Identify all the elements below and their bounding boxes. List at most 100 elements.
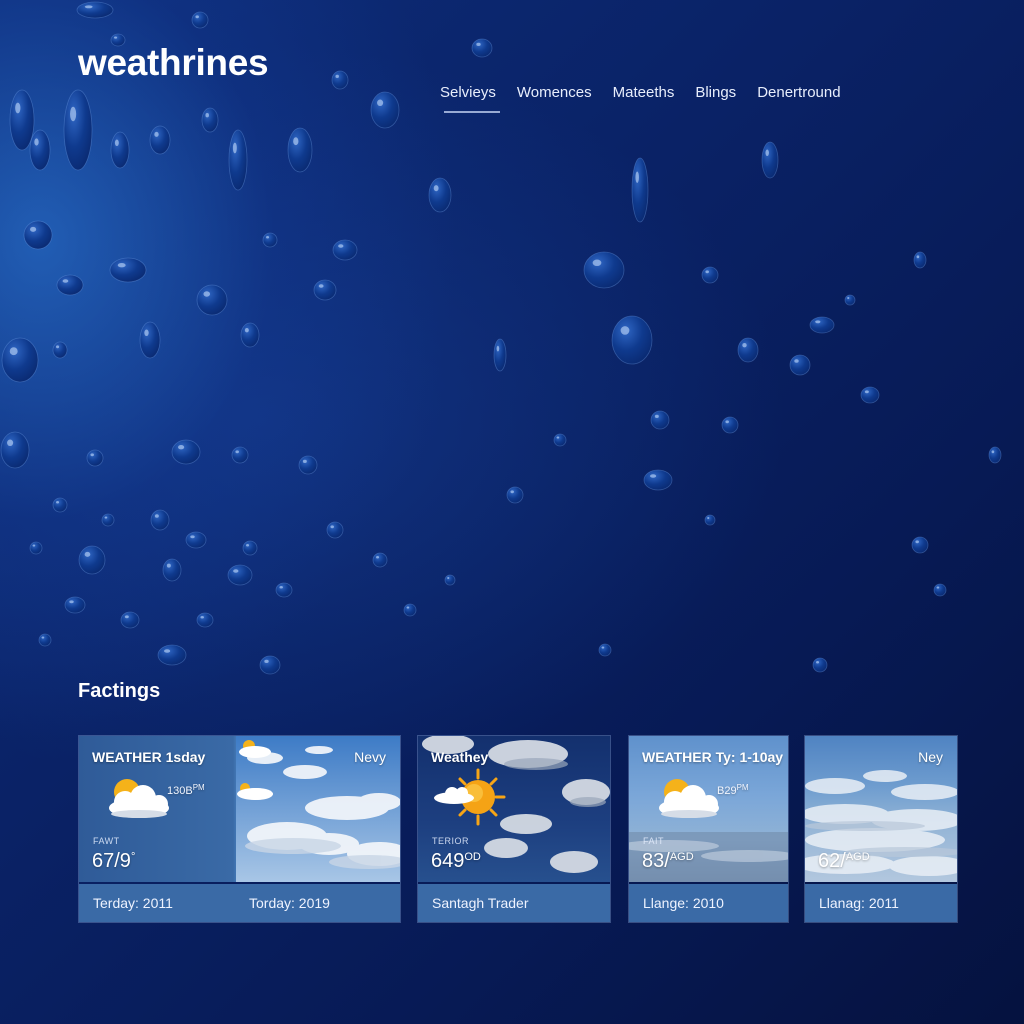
rain-drop-highlight — [144, 329, 149, 337]
rain-drop — [844, 294, 856, 306]
rain-drop-highlight — [56, 345, 60, 349]
rain-drop — [372, 552, 388, 568]
rain-drop-highlight — [154, 514, 159, 518]
rain-drop-highlight — [84, 551, 91, 557]
rain-drop-highlight — [864, 390, 869, 394]
nav-item-womences[interactable]: Womences — [517, 82, 592, 113]
weather-card-4[interactable]: Ney 62/AGD Llanag: 2011 — [804, 735, 958, 923]
card-time: B29PM — [717, 783, 749, 797]
card-tag: Nevy — [354, 749, 386, 765]
card-label: TERIOR — [432, 836, 470, 846]
app-logo[interactable]: weathrines — [78, 42, 269, 84]
rain-drop — [643, 469, 673, 491]
rain-drop — [611, 315, 653, 365]
rain-drop-highlight — [203, 291, 211, 297]
card-footer: Terday: 2011 Torday: 2019 — [79, 884, 400, 922]
rain-drop-highlight — [30, 226, 37, 232]
rain-drop — [63, 89, 93, 171]
rain-drop-highlight — [232, 142, 237, 154]
rain-drop — [326, 521, 344, 539]
card-footer-text: Terday: 2011 — [93, 895, 173, 911]
rain-drop — [761, 141, 779, 179]
rain-drop — [9, 89, 35, 151]
rain-drop — [506, 486, 524, 504]
weather-card-3[interactable]: WEATHER Ty: 1-10ay B29PM FAIT 83/AGD Lla… — [628, 735, 789, 923]
rain-drop-highlight — [104, 516, 108, 519]
rain-drop-highlight — [178, 445, 185, 450]
rain-drop-highlight — [84, 5, 93, 9]
card-temp-unit: AGD — [669, 851, 694, 863]
rain-drop — [231, 446, 249, 464]
rain-drop-highlight — [654, 414, 659, 419]
rain-drop-highlight — [205, 113, 209, 118]
card-footer: Llange: 2010 — [629, 884, 788, 922]
rain-drop — [471, 38, 493, 58]
rain-drop-highlight — [62, 279, 69, 283]
rain-drop-highlight — [406, 606, 410, 609]
rain-drop-highlight — [164, 649, 171, 653]
rain-drop — [860, 386, 880, 404]
rain-drop-highlight — [302, 459, 307, 464]
nav-item-mateeths[interactable]: Mateeths — [613, 82, 675, 113]
card-temp-value: 67/9 — [92, 850, 131, 872]
section-title: Factings — [78, 680, 161, 702]
rain-drop — [598, 643, 612, 657]
rain-drop-highlight — [154, 131, 159, 137]
rain-drop-highlight — [765, 149, 769, 157]
rain-drop — [29, 129, 51, 171]
rain-drop-highlight — [601, 646, 605, 649]
rain-drop-highlight — [32, 544, 36, 547]
rain-drop — [0, 431, 30, 469]
rain-drop — [149, 125, 171, 155]
rain-drop — [988, 446, 1002, 464]
rain-drop-highlight — [117, 263, 126, 268]
nav-item-denertround[interactable]: Denertround — [757, 82, 840, 113]
rain-drop — [911, 536, 929, 554]
rain-drop-highlight — [235, 450, 239, 454]
card-temp: 67/9° — [92, 850, 135, 873]
weather-card-1[interactable]: WEATHER 1sday Nevy 130BPM FAWT 67/9° Ter… — [78, 735, 401, 923]
card-footer-text: Llanag: 2011 — [819, 895, 899, 911]
rain-drop — [809, 316, 835, 334]
rain-drop — [631, 157, 649, 223]
rain-drop — [313, 279, 337, 301]
rain-drop — [789, 354, 811, 376]
rain-drop — [64, 596, 86, 614]
card-footer: Santagh Trader — [418, 884, 610, 922]
rain-drop-highlight — [476, 42, 481, 47]
card-scene: WEATHER 1sday Nevy 130BPM FAWT 67/9° — [79, 736, 400, 882]
card-footer-text: Santagh Trader — [432, 895, 529, 911]
rain-drop — [101, 513, 115, 527]
rain-drop — [201, 107, 219, 133]
rain-drop-highlight — [510, 490, 514, 494]
card-footer-text: Torday: 2019 — [249, 895, 330, 911]
card-temp: 649OD — [431, 850, 481, 873]
nav-item-blings[interactable]: Blings — [695, 82, 736, 113]
rain-drop — [76, 1, 114, 19]
rain-drop — [583, 251, 625, 289]
card-temp-value: 649 — [431, 850, 465, 872]
rain-drop-highlight — [266, 235, 270, 239]
rain-drop-highlight — [279, 585, 283, 589]
card-scene: Ney 62/AGD — [805, 736, 957, 882]
rain-drop-highlight — [447, 577, 450, 579]
rain-drop-highlight — [725, 420, 729, 424]
nav-item-selvieys[interactable]: Selvieys — [440, 82, 500, 113]
rain-drop — [553, 433, 567, 447]
weather-card-2[interactable]: Weathey TERIOR 649OD Santagh Trader — [417, 735, 611, 923]
rain-drop — [120, 611, 140, 629]
card-temp-unit: AGD — [845, 851, 870, 863]
rain-drop-highlight — [114, 36, 118, 39]
rain-drop-highlight — [377, 99, 384, 107]
rain-drop-highlight — [742, 343, 747, 348]
rain-drop — [228, 129, 248, 191]
rain-drop — [812, 657, 828, 673]
rain-drop-highlight — [264, 659, 269, 664]
rain-drop — [52, 497, 68, 513]
rain-drop — [428, 177, 452, 213]
card-time: 130BPM — [167, 783, 205, 797]
rain-drop — [86, 449, 104, 467]
rain-drop-highlight — [707, 517, 710, 519]
card-temp-unit: ° — [130, 851, 136, 863]
rain-drop-highlight — [335, 74, 339, 79]
